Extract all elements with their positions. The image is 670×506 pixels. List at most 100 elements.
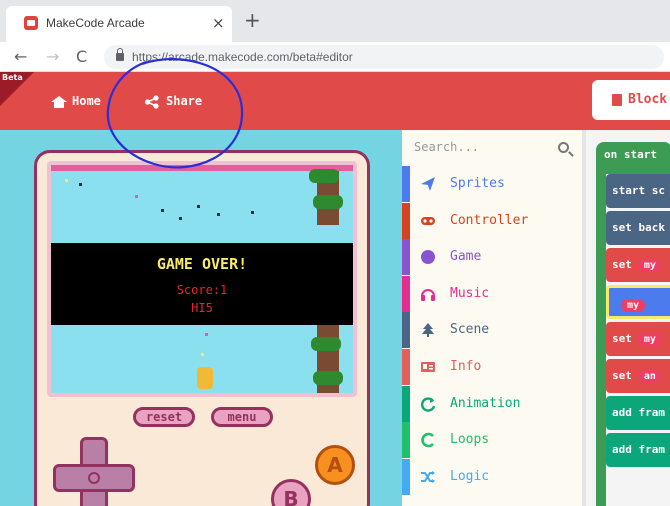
- block-label: set: [612, 332, 632, 345]
- circle-icon: [420, 249, 436, 265]
- blocks-toggle[interactable]: Block: [592, 80, 670, 120]
- category-label: Game: [450, 249, 482, 265]
- pixel-sprite: [197, 205, 200, 208]
- browser-tab-strip: MakeCode Arcade × +: [0, 0, 670, 42]
- workspace-block[interactable]: set my: [606, 248, 670, 282]
- headphones-icon: [420, 286, 436, 302]
- workspace-block[interactable]: set back: [606, 211, 670, 245]
- high-score-text: HI5: [191, 301, 213, 315]
- category-label: Animation: [450, 395, 521, 411]
- blocks-label: Block: [628, 92, 668, 107]
- gamepad-icon: [420, 213, 436, 229]
- home-button[interactable]: Home: [51, 94, 101, 112]
- block-label: set back: [612, 221, 665, 234]
- shuffle-icon: [420, 469, 436, 485]
- category-label: Info: [450, 359, 482, 374]
- toolbox-search: [402, 130, 582, 166]
- category-info[interactable]: Info: [402, 349, 582, 385]
- workspace-block[interactable]: add fram: [606, 433, 670, 467]
- category-controller[interactable]: Controller: [402, 202, 582, 239]
- makecode-favicon-icon: [24, 16, 38, 30]
- block-label: set: [612, 369, 632, 382]
- category-color-stripe: [402, 275, 410, 312]
- simulator-panel: GAME OVER! Score:1 HI5 reset menu A B: [0, 130, 402, 506]
- pixel-sprite: [79, 183, 82, 186]
- tree-icon: [420, 322, 436, 338]
- duck-sprite: [197, 367, 213, 389]
- variable-oval[interactable]: an: [637, 370, 662, 383]
- beta-label: Beta: [2, 73, 23, 82]
- workspace-block[interactable]: add fram: [606, 396, 670, 430]
- pixel-sprite: [217, 213, 220, 216]
- forward-arrow-icon[interactable]: →: [46, 47, 59, 66]
- block-label: add fram: [612, 406, 665, 419]
- category-label: Controller: [450, 212, 529, 228]
- score-text: Score:1: [176, 283, 228, 297]
- tree-leaf: [313, 195, 343, 209]
- category-color-stripe: [402, 312, 410, 349]
- category-game[interactable]: Game: [402, 239, 582, 276]
- category-logic[interactable]: Logic: [402, 458, 582, 495]
- tab-title: MakeCode Arcade: [46, 16, 145, 30]
- category-sprites[interactable]: Sprites: [402, 166, 582, 202]
- menu-button[interactable]: menu: [211, 407, 273, 427]
- category-label: Sprites: [450, 176, 505, 191]
- workspace-block[interactable]: set my: [606, 322, 670, 356]
- game-screen[interactable]: GAME OVER! Score:1 HI5: [51, 165, 353, 393]
- loop-icon: [420, 432, 436, 448]
- variable-oval[interactable]: my: [637, 259, 662, 272]
- variable-oval[interactable]: my: [621, 299, 646, 312]
- pixel-sprite: [161, 209, 164, 212]
- dpad[interactable]: [53, 437, 135, 506]
- browser-tab[interactable]: MakeCode Arcade ×: [6, 6, 232, 42]
- category-color-stripe: [402, 166, 410, 202]
- category-color-stripe: [402, 239, 410, 276]
- category-label: Scene: [450, 322, 490, 338]
- new-tab-button[interactable]: +: [244, 8, 261, 32]
- pixel-sprite: [205, 333, 208, 336]
- id-card-icon: [420, 359, 436, 375]
- dpad-center-dot: [88, 472, 100, 484]
- pixel-sprite: [251, 211, 254, 214]
- on-start-body: [596, 172, 606, 506]
- reset-button[interactable]: reset: [133, 407, 195, 427]
- category-color-stripe: [402, 202, 410, 239]
- category-animation[interactable]: Animation: [402, 385, 582, 422]
- b-button[interactable]: B: [271, 479, 311, 506]
- search-input[interactable]: [414, 140, 544, 154]
- tab-close-icon[interactable]: ×: [212, 14, 225, 32]
- on-start-block[interactable]: on start: [596, 142, 670, 174]
- arcade-console: GAME OVER! Score:1 HI5 reset menu A B: [34, 150, 370, 506]
- a-button[interactable]: A: [315, 445, 355, 485]
- reload-icon[interactable]: C: [76, 47, 87, 66]
- variable-oval[interactable]: my: [637, 333, 662, 346]
- category-label: Loops: [450, 432, 490, 448]
- game-over-text: GAME OVER!: [156, 255, 248, 273]
- screen-frame: GAME OVER! Score:1 HI5: [47, 161, 357, 397]
- category-color-stripe: [402, 385, 410, 422]
- search-icon[interactable]: [558, 142, 569, 153]
- category-music[interactable]: Music: [402, 275, 582, 312]
- blocks-workspace[interactable]: on start start sc set back set my my set my set…: [582, 130, 670, 506]
- workspace-block[interactable]: my: [606, 285, 670, 319]
- back-arrow-icon[interactable]: ←: [14, 47, 27, 66]
- category-scene[interactable]: Scene: [402, 312, 582, 349]
- pixel-sprite: [201, 353, 204, 356]
- paper-plane-icon: [420, 176, 436, 192]
- category-loops[interactable]: Loops: [402, 422, 582, 459]
- category-color-stripe: [402, 422, 410, 459]
- editor-header: Beta Home Share Block: [0, 72, 670, 130]
- block-label: set: [612, 258, 632, 271]
- tree-leaf: [311, 337, 341, 351]
- tree-leaf: [309, 169, 339, 183]
- pixel-sprite: [179, 217, 182, 220]
- block-label: start sc: [612, 184, 665, 197]
- workspace-block[interactable]: set an: [606, 359, 670, 393]
- category-label: Music: [450, 285, 490, 301]
- annotation-circle: [106, 57, 244, 169]
- puzzle-icon: [612, 94, 622, 106]
- pixel-sprite: [135, 195, 138, 198]
- block-toolbox: Sprites Controller Game Music Scene Info Anima…: [402, 130, 582, 506]
- workspace-block[interactable]: start sc: [606, 174, 670, 208]
- tree-leaf: [313, 371, 343, 385]
